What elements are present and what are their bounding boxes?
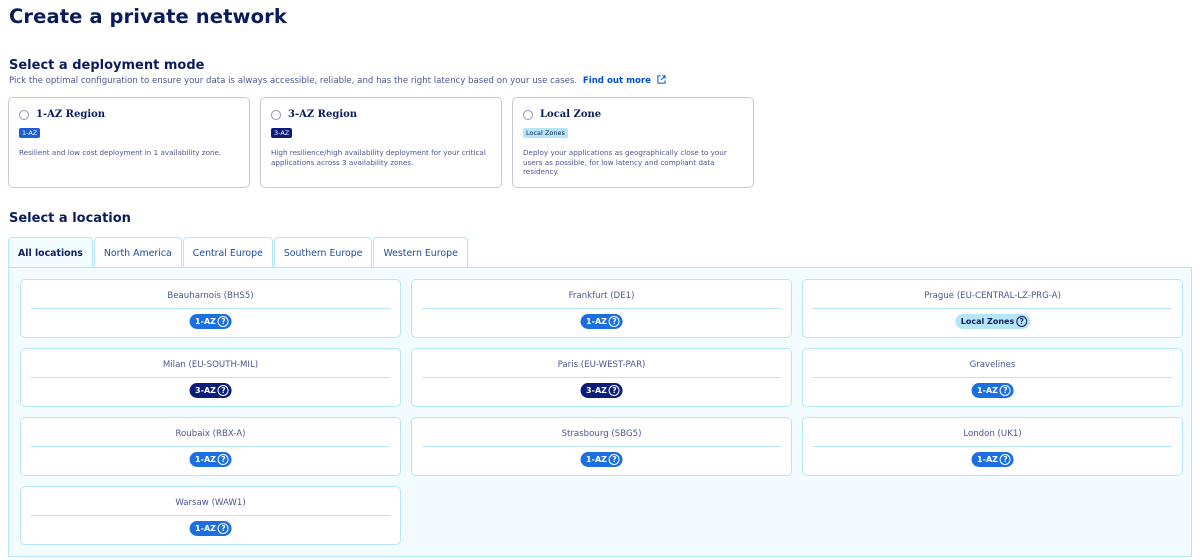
tab-central-europe[interactable]: Central Europe bbox=[182, 237, 273, 268]
external-link-icon bbox=[657, 75, 666, 84]
location-badge: 1-AZ? bbox=[971, 452, 1014, 467]
location-badge: 1-AZ? bbox=[580, 452, 623, 467]
location-name: Beauharnois (BHS5) bbox=[167, 291, 254, 301]
question-circle-icon[interactable]: ? bbox=[608, 316, 620, 327]
location-badge: 1-AZ? bbox=[189, 521, 232, 536]
tab-all-locations[interactable]: All locations bbox=[8, 237, 93, 269]
divider bbox=[422, 377, 781, 378]
location-badge: 1-AZ? bbox=[580, 314, 623, 329]
location-name: Milan (EU-SOUTH-MIL) bbox=[162, 360, 259, 370]
mode-description: Resilient and low cost deployment in 1 a… bbox=[19, 148, 222, 157]
location-card-roubaix[interactable]: Roubaix (RBX-A) 1-AZ? bbox=[20, 417, 401, 476]
question-circle-icon[interactable]: ? bbox=[1016, 316, 1028, 327]
mode-card-local-zone[interactable]: Local Zone Local Zones Deploy your appli… bbox=[512, 97, 754, 188]
mode-description: High resilience/high availability deploy… bbox=[271, 148, 486, 167]
location-badge: 1-AZ? bbox=[971, 383, 1014, 398]
deployment-intro: Pick the optimal configuration to ensure… bbox=[9, 75, 666, 86]
location-card-warsaw[interactable]: Warsaw (WAW1) 1-AZ? bbox=[20, 486, 401, 545]
location-badge: 3-AZ? bbox=[580, 383, 623, 398]
question-circle-icon[interactable]: ? bbox=[217, 316, 229, 327]
page-title: Create a private network bbox=[9, 5, 287, 28]
divider bbox=[813, 308, 1172, 309]
mode-title: 1-AZ Region bbox=[36, 109, 106, 120]
mode-badge: 1-AZ bbox=[19, 128, 41, 138]
location-name: Prague (EU-CENTRAL-LZ-PRG-A) bbox=[924, 291, 1061, 301]
divider bbox=[422, 308, 781, 309]
question-circle-icon[interactable]: ? bbox=[217, 385, 229, 396]
location-card-prague[interactable]: Prague (EU-CENTRAL-LZ-PRG-A) Local Zones… bbox=[802, 279, 1183, 338]
location-card-milan[interactable]: Milan (EU-SOUTH-MIL) 3-AZ? bbox=[20, 348, 401, 407]
location-name: London (UK1) bbox=[963, 429, 1022, 439]
divider bbox=[422, 446, 781, 447]
location-badge: 1-AZ? bbox=[189, 452, 232, 467]
location-name: Frankfurt (DE1) bbox=[568, 291, 635, 301]
location-card-strasbourg[interactable]: Strasbourg (SBG5) 1-AZ? bbox=[411, 417, 792, 476]
location-badge: 1-AZ? bbox=[189, 314, 232, 329]
location-name: Paris (EU-WEST-PAR) bbox=[557, 360, 646, 370]
location-name: Gravelines bbox=[969, 360, 1016, 370]
divider bbox=[813, 446, 1172, 447]
mode-title: Local Zone bbox=[540, 109, 602, 120]
divider bbox=[813, 377, 1172, 378]
location-badge: Local Zones? bbox=[954, 314, 1031, 329]
find-out-more-link[interactable]: Find out more bbox=[583, 75, 666, 86]
mode-title: 3-AZ Region bbox=[288, 109, 358, 120]
radio-button[interactable] bbox=[523, 109, 533, 120]
deployment-mode-title: Select a deployment mode bbox=[9, 58, 205, 73]
mode-card-3az[interactable]: 3-AZ Region 3-AZ High resilience/high av… bbox=[260, 97, 502, 188]
radio-button[interactable] bbox=[271, 109, 281, 120]
location-name: Strasbourg (SBG5) bbox=[561, 429, 642, 439]
question-circle-icon[interactable]: ? bbox=[217, 454, 229, 465]
question-circle-icon[interactable]: ? bbox=[217, 523, 229, 534]
location-card-gravelines[interactable]: Gravelines 1-AZ? bbox=[802, 348, 1183, 407]
location-name: Warsaw (WAW1) bbox=[175, 498, 246, 508]
divider bbox=[31, 515, 390, 516]
deployment-intro-text: Pick the optimal configuration to ensure… bbox=[9, 76, 578, 86]
mode-badge: 3-AZ bbox=[271, 128, 293, 138]
question-circle-icon[interactable]: ? bbox=[999, 454, 1011, 465]
location-card-london[interactable]: London (UK1) 1-AZ? bbox=[802, 417, 1183, 476]
mode-card-1az[interactable]: 1-AZ Region 1-AZ Resilient and low cost … bbox=[8, 97, 250, 188]
location-title: Select a location bbox=[9, 211, 131, 226]
location-card-frankfurt[interactable]: Frankfurt (DE1) 1-AZ? bbox=[411, 279, 792, 338]
location-tabs: All locations North America Central Euro… bbox=[8, 237, 469, 269]
divider bbox=[31, 446, 390, 447]
radio-button[interactable] bbox=[19, 109, 29, 120]
tab-southern-europe[interactable]: Southern Europe bbox=[273, 237, 373, 268]
question-circle-icon[interactable]: ? bbox=[999, 385, 1011, 396]
location-card-paris[interactable]: Paris (EU-WEST-PAR) 3-AZ? bbox=[411, 348, 792, 407]
question-circle-icon[interactable]: ? bbox=[608, 454, 620, 465]
question-circle-icon[interactable]: ? bbox=[608, 385, 620, 396]
divider bbox=[31, 377, 390, 378]
mode-badge: Local Zones bbox=[523, 128, 568, 138]
location-panel: Beauharnois (BHS5) 1-AZ? Frankfurt (DE1)… bbox=[8, 267, 1192, 557]
tab-north-america[interactable]: North America bbox=[93, 237, 182, 268]
location-badge: 3-AZ? bbox=[189, 383, 232, 398]
location-card-beauharnois[interactable]: Beauharnois (BHS5) 1-AZ? bbox=[20, 279, 401, 338]
tab-western-europe[interactable]: Western Europe bbox=[373, 237, 468, 268]
mode-description: Deploy your applications as geographical… bbox=[523, 148, 727, 176]
divider bbox=[31, 308, 390, 309]
location-name: Roubaix (RBX-A) bbox=[175, 429, 246, 439]
